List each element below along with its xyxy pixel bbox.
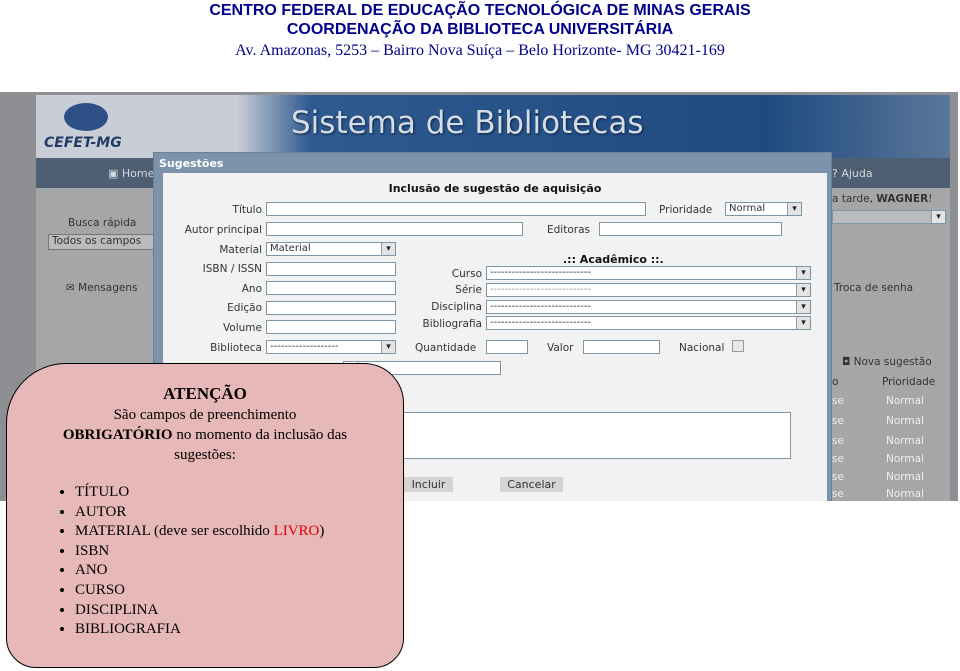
quantidade-input[interactable] (486, 340, 528, 354)
address: Av. Amazonas, 5253 – Bairro Nova Suíça –… (235, 42, 725, 59)
department-name: COORDENAÇÃO DA BIBLIOTECA UNIVERSITÁRIA (286, 21, 674, 38)
greeting: a tarde, WAGNER! (832, 193, 932, 205)
row-priority: Normal (886, 453, 924, 465)
row-priority: Normal (886, 395, 924, 407)
search-field-select[interactable]: Todos os campos (48, 234, 154, 250)
list-item: MATERIAL (deve ser escolhido LIVRO) (75, 522, 324, 542)
nav-help[interactable]: ? Ajuda (832, 167, 873, 180)
observacao-textarea[interactable] (387, 412, 791, 459)
institution-name: CENTRO FEDERAL DE EDUCAÇÃO TECNOLÓGICA D… (209, 2, 751, 19)
label-autor: Autor principal (184, 224, 262, 236)
edicao-input[interactable] (266, 301, 396, 315)
label-prioridade: Prioridade (659, 204, 713, 216)
valor-input[interactable] (583, 340, 660, 354)
table-header-priority: Prioridade (882, 376, 936, 388)
label-isbn: ISBN / ISSN (202, 263, 262, 275)
disciplina-select[interactable]: ---------------------------- (486, 300, 811, 314)
label-editoras: Editoras (547, 224, 590, 236)
biblioteca-select[interactable]: ------------------- (266, 340, 396, 354)
list-item: AUTOR (75, 503, 324, 523)
serie-select[interactable]: ---------------------------- (486, 283, 811, 297)
label-valor: Valor (547, 342, 574, 354)
attention-callout: ATENÇÃO São campos de preenchimento OBRI… (6, 363, 404, 668)
label-titulo: Título (232, 204, 262, 216)
label-edicao: Edição (227, 302, 262, 314)
callout-line2: OBRIGATÓRIO no momento da inclusão das (7, 427, 403, 444)
row-cell: se (832, 435, 844, 447)
label-material: Material (219, 244, 262, 256)
messages-link[interactable]: ✉ Mensagens (66, 282, 137, 294)
label-curso: Curso (451, 268, 482, 280)
logo-text: CEFET-MG (44, 135, 122, 151)
row-priority: Normal (886, 415, 924, 427)
list-item: BIBLIOGRAFIA (75, 620, 324, 640)
app-banner: CEFET-MG Sistema de Bibliotecas (36, 95, 950, 158)
messages-label: Mensagens (78, 282, 138, 294)
right-select[interactable] (832, 210, 946, 224)
greeting-suffix: ! (928, 193, 933, 205)
list-item: TÍTULO (75, 483, 324, 503)
material-highlight: LIVRO (273, 523, 320, 540)
nav-help-label: Ajuda (841, 167, 873, 180)
list-item: ISBN (75, 542, 324, 562)
row-cell: se (832, 488, 844, 500)
quick-search-label: Busca rápida (68, 217, 137, 229)
list-item: CURSO (75, 581, 324, 601)
row-priority: Normal (886, 471, 924, 483)
autor-input[interactable] (266, 222, 523, 236)
label-serie: Série (455, 284, 482, 296)
material-close: ) (319, 523, 325, 540)
label-volume: Volume (222, 322, 262, 334)
nacional-checkbox[interactable] (732, 340, 744, 352)
new-suggestion-button[interactable]: ◘ Nova sugestão (842, 356, 932, 368)
row-cell: se (832, 415, 844, 427)
cefet-logo-icon (64, 103, 108, 131)
editoras-input[interactable] (599, 222, 782, 236)
volume-input[interactable] (266, 320, 396, 334)
new-suggestion-label: Nova sugestão (853, 356, 932, 368)
user-name: WAGNER (876, 193, 929, 205)
titulo-input[interactable] (266, 202, 646, 216)
cancel-button[interactable]: Cancelar (500, 477, 563, 492)
bibliografia-select[interactable]: ---------------------------- (486, 316, 811, 330)
right-panel: a tarde, WAGNER! Troca de senha ◘ Nova s… (832, 188, 950, 501)
ano-input[interactable] (266, 281, 396, 295)
table-header-partial: o (832, 376, 839, 388)
list-item: DISCIPLINA (75, 601, 324, 621)
isbn-input[interactable] (266, 262, 396, 276)
modal-title: Sugestões (159, 157, 224, 170)
callout-title: ATENÇÃO (163, 384, 247, 403)
prioridade-select[interactable]: Normal (725, 202, 802, 216)
include-button[interactable]: Incluir (404, 477, 453, 492)
form-heading: Inclusão de sugestão de aquisição (388, 182, 602, 195)
row-cell: se (832, 471, 844, 483)
change-password-link[interactable]: Troca de senha (834, 282, 913, 294)
academic-heading: .:: Acadêmico ::. (563, 253, 664, 266)
required-fields-list: TÍTULO AUTOR MATERIAL (deve ser escolhid… (55, 483, 324, 640)
app-title: Sistema de Bibliotecas (291, 105, 644, 141)
label-quantidade: Quantidade (415, 342, 477, 354)
label-ano: Ano (241, 283, 262, 295)
row-cell: se (832, 395, 844, 407)
row-priority: Normal (886, 435, 924, 447)
list-item: ANO (75, 561, 324, 581)
nav-home[interactable]: ▣ Home (108, 167, 154, 180)
material-select[interactable]: Material (266, 242, 396, 256)
callout-required: OBRIGATÓRIO (62, 427, 173, 443)
callout-line2-rest: no momento da inclusão das (172, 427, 348, 443)
label-nacional: Nacional (679, 342, 725, 354)
label-biblioteca: Biblioteca (210, 342, 262, 354)
row-cell: se (832, 453, 844, 465)
label-bibliografia: Bibliografia (422, 318, 482, 330)
nav-home-label: Home (121, 167, 155, 180)
callout-line3: sugestões: (174, 447, 236, 463)
label-disciplina: Disciplina (431, 301, 482, 313)
callout-line1: São campos de preenchimento (113, 407, 297, 423)
material-text: MATERIAL (deve ser escolhido (75, 523, 274, 540)
row-priority: Normal (886, 488, 924, 500)
greeting-prefix: a tarde, (832, 193, 877, 205)
curso-select[interactable]: ---------------------------- (486, 266, 811, 280)
